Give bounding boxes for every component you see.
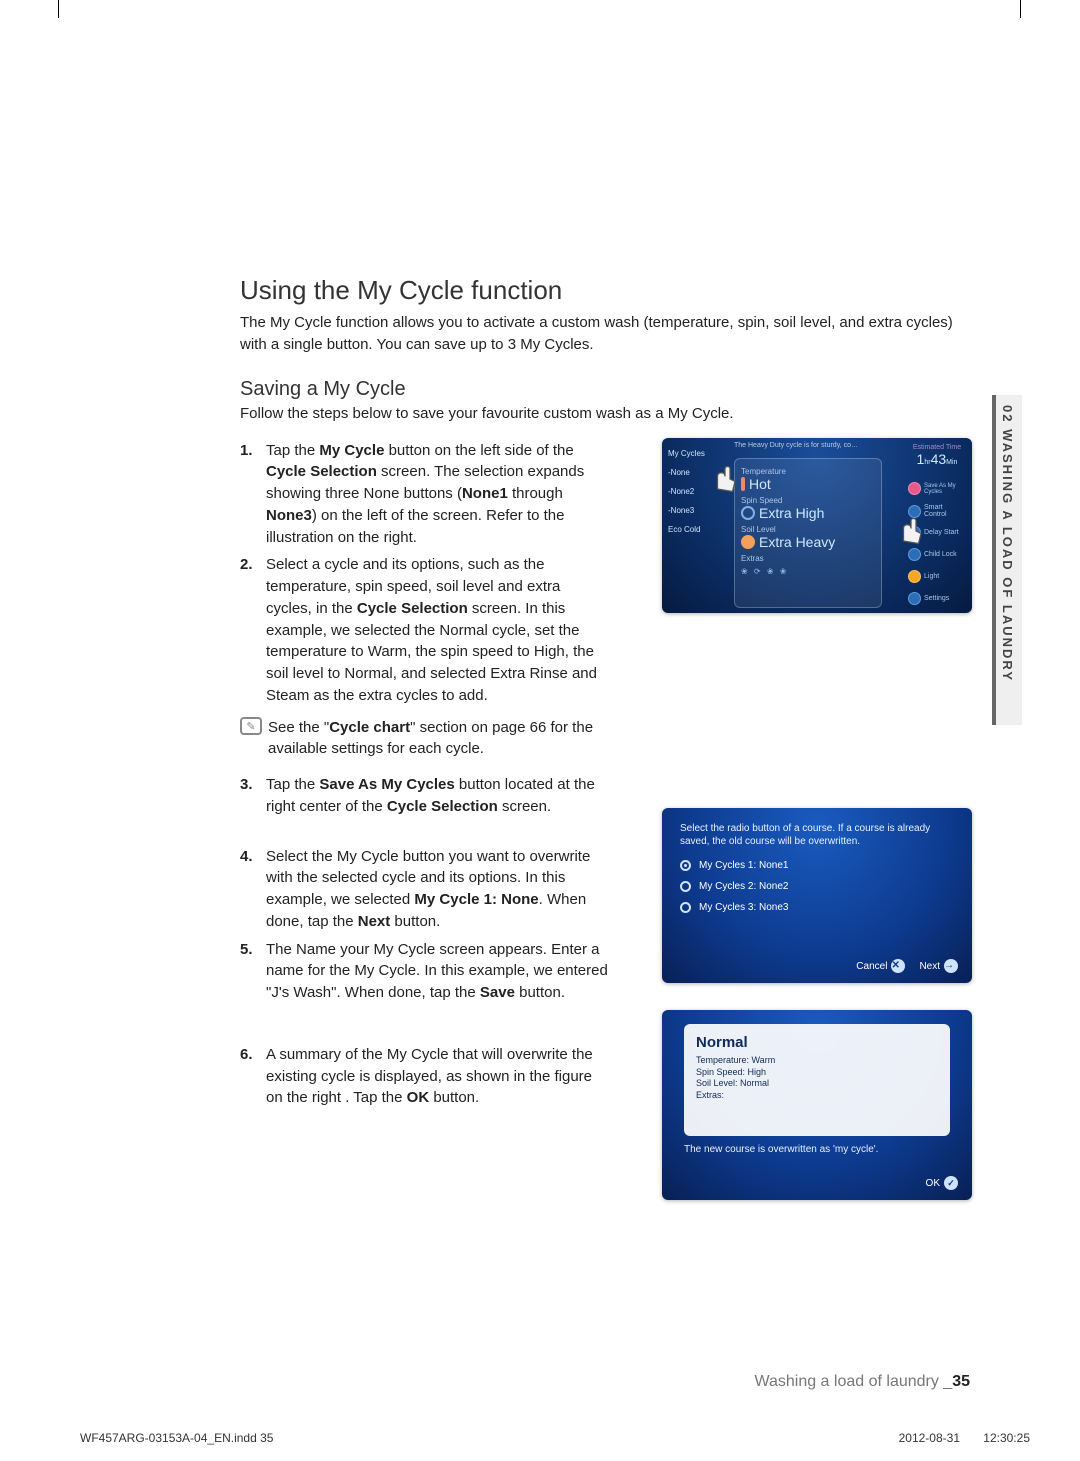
- child-lock-button[interactable]: Child Lock: [908, 548, 964, 561]
- step-number: 5.: [240, 939, 253, 961]
- lock-icon: [908, 548, 921, 561]
- step-2: 2. Select a cycle and its options, such …: [240, 554, 610, 706]
- section-heading: Using the My Cycle function: [240, 275, 960, 306]
- step-4: 4. Select the My Cycle button you want t…: [240, 846, 610, 933]
- hand-pointer-icon: [896, 516, 926, 546]
- close-icon: ✕: [891, 959, 905, 973]
- next-button[interactable]: Next→: [919, 959, 958, 973]
- imprint-date: 2012-08-31: [899, 1431, 960, 1445]
- none3-button[interactable]: -None3: [666, 501, 726, 520]
- cycle-name: Normal: [696, 1034, 938, 1051]
- page: 02 WASHING A LOAD OF LAUNDRY Using the M…: [60, 50, 1020, 1401]
- figure-select-cycle-dialog: Select the radio button of a course. If …: [662, 808, 972, 983]
- thermometer-icon: [741, 477, 745, 491]
- imprint-file: WF457ARG-03153A-04_EN.indd 35: [80, 1431, 273, 1445]
- step-5: 5. The Name your My Cycle screen appears…: [240, 939, 610, 1004]
- radio-option-2[interactable]: My Cycles 2: None2: [680, 881, 954, 892]
- section-side-tab: 02 WASHING A LOAD OF LAUNDRY: [992, 395, 1022, 725]
- check-icon: ✓: [944, 1176, 958, 1190]
- step-1: 1. Tap the My Cycle button on the left s…: [240, 440, 610, 549]
- step-number: 2.: [240, 554, 253, 576]
- hand-pointer-icon: [710, 464, 740, 494]
- estimated-time: Estimated Time 1hr43Min: [908, 444, 966, 467]
- step-6: 6. A summary of the My Cycle that will o…: [240, 1044, 610, 1109]
- crop-mark: [58, 0, 59, 18]
- note-icon: ✎: [240, 717, 262, 735]
- summary-card: Normal Temperature: Warm Spin Speed: Hig…: [684, 1024, 950, 1136]
- follow-text: Follow the steps below to save your favo…: [240, 405, 960, 422]
- arrow-right-icon: →: [944, 959, 958, 973]
- dialog-header: Select the radio button of a course. If …: [680, 822, 954, 848]
- extras-row[interactable]: ❀ ⟳ ❀ ❀: [741, 567, 875, 576]
- radio-option-3[interactable]: My Cycles 3: None3: [680, 902, 954, 913]
- page-number: 35: [952, 1373, 970, 1390]
- settings-card: Temperature Hot Spin Speed Extra High So…: [734, 458, 882, 608]
- gear-icon: [908, 592, 921, 605]
- sub-heading: Saving a My Cycle: [240, 378, 960, 401]
- imprint-time: 12:30:25: [983, 1431, 1030, 1445]
- page-footer: Washing a load of laundry _35: [754, 1373, 970, 1391]
- temperature-value[interactable]: Hot: [741, 476, 875, 492]
- step-number: 4.: [240, 846, 253, 868]
- side-tab-label: 02 WASHING A LOAD OF LAUNDRY: [1000, 405, 1015, 682]
- my-cycles-dropdown[interactable]: My Cycles: [666, 444, 726, 463]
- settings-button[interactable]: Settings: [908, 592, 964, 605]
- heart-icon: [908, 482, 921, 495]
- intro-text: The My Cycle function allows you to acti…: [240, 312, 960, 356]
- overwrite-message: The new course is overwritten as 'my cyc…: [684, 1144, 950, 1155]
- eco-cold-button[interactable]: Eco Cold: [666, 520, 726, 539]
- radio-icon: [680, 902, 691, 913]
- bulb-icon: [908, 570, 921, 583]
- save-as-my-cycles-button[interactable]: Save As My Cycles: [908, 482, 964, 495]
- step-number: 1.: [240, 440, 253, 462]
- crop-mark: [1020, 0, 1021, 18]
- light-button[interactable]: Light: [908, 570, 964, 583]
- radio-icon: [680, 881, 691, 892]
- soil-level-value[interactable]: Extra Heavy: [741, 534, 875, 550]
- step-number: 3.: [240, 774, 253, 796]
- spin-speed-value[interactable]: Extra High: [741, 505, 875, 521]
- note: ✎ See the "Cycle chart" section on page …: [240, 717, 610, 761]
- radio-icon: [680, 860, 691, 871]
- figure-cycle-selection: My Cycles -None -None2 -None3 Eco Cold T…: [662, 438, 972, 613]
- ok-button[interactable]: OK✓: [926, 1176, 958, 1190]
- cancel-button[interactable]: Cancel✕: [856, 959, 905, 973]
- content: Using the My Cycle function The My Cycle…: [240, 275, 960, 1115]
- cycle-banner: The Heavy Duty cycle is for sturdy, co…: [734, 442, 884, 449]
- soil-icon: [741, 535, 755, 549]
- step-number: 6.: [240, 1044, 253, 1066]
- step-3: 3. Tap the Save As My Cycles button loca…: [240, 774, 610, 818]
- spin-icon: [741, 506, 755, 520]
- figure-summary-dialog: Normal Temperature: Warm Spin Speed: Hig…: [662, 1010, 972, 1200]
- radio-option-1[interactable]: My Cycles 1: None1: [680, 860, 954, 871]
